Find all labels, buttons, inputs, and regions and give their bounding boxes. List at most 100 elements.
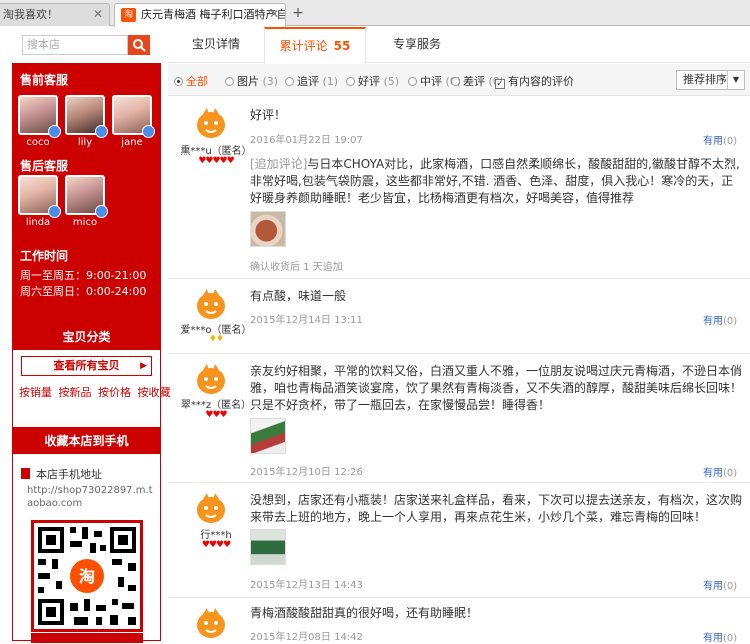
tab-service[interactable]: 专享服务 (366, 27, 468, 63)
browser-tab-strip: 淘我喜欢！ ✕ 淘 庆元青梅酒 梅子利口酒特产自酿 ✕ + (0, 0, 750, 27)
review-photo[interactable] (250, 418, 286, 454)
radio-icon (408, 77, 417, 86)
arrow-right-icon: ▶ (140, 361, 147, 371)
search-button[interactable] (128, 35, 150, 55)
tab-reviews[interactable]: 累计评论 55 (264, 27, 366, 64)
radio-icon (346, 77, 355, 86)
agent-lily[interactable]: lily (65, 95, 108, 148)
category-panel: 宝贝分类 查看所有宝贝 ▶ 按销量 按新品 按价格 按收藏 (12, 323, 171, 438)
filter-followup[interactable]: 追评 (1) (285, 73, 338, 89)
user-avatar-icon (197, 608, 225, 638)
agent-mico[interactable]: mico (65, 175, 108, 228)
taobao-favicon-icon: 淘 (121, 8, 136, 22)
radio-icon (285, 77, 294, 86)
wangwang-icon (95, 125, 108, 138)
customer-service-panel: 售前客服 coco lily jane 售后客服 linda mico 工作时间… (12, 63, 161, 336)
shop-search-input[interactable]: 搜本店 (22, 35, 128, 55)
tab-reviews-label: 累计评论 (279, 39, 328, 53)
followup-text: 与日本CHOYA对比，此家梅酒，口感自然柔顺绵长，酸酸甜甜的,徽酸甘醇不太烈,非… (250, 157, 740, 205)
followup-tag: [追加评论] (250, 157, 308, 171)
agent-linda[interactable]: linda (18, 175, 61, 228)
sort-by-favorites-link[interactable]: 按收藏 (138, 386, 171, 399)
useful-button[interactable]: 有用(0) (703, 132, 737, 147)
review-photo[interactable] (250, 211, 286, 247)
radio-icon (225, 77, 234, 86)
review-date: 2015年12月10日 12:26 (250, 467, 363, 478)
radio-icon (451, 77, 460, 86)
user-avatar-icon (197, 493, 225, 523)
useful-button[interactable]: 有用(0) (703, 577, 737, 592)
reviewer-name: 行***h (200, 530, 232, 541)
qr-brand-mark: 淘 (79, 567, 95, 586)
review-date: 2016年01月22日 19:07 (250, 135, 363, 146)
phone-icon (21, 468, 30, 479)
hours-weekend: 周六至周日：0:00-24:00 (20, 285, 147, 298)
filter-all[interactable]: 全部 (174, 73, 208, 89)
reviewer-level-badge: ♥♥♥♥♥ (198, 156, 234, 166)
mobile-url-link[interactable]: http://shop73022897.m.taobao.com (27, 484, 153, 510)
qr-footer-bar (31, 633, 143, 643)
qr-code-icon: 淘 (34, 523, 140, 629)
review-filter-bar: 全部 图片 (3) 追评 (1) 好评 (5) 中评 (0) 差评 (0) ✓有… (168, 64, 750, 96)
avatar (65, 175, 108, 218)
mobile-favorite-title: 收藏本店到手机 (13, 428, 160, 454)
review-date: 2015年12月13日 14:43 (250, 580, 363, 591)
followup-time: 确认收货后 1 天追加 (250, 262, 343, 273)
close-icon[interactable]: ✕ (269, 4, 279, 25)
filter-positive[interactable]: 好评 (5) (346, 73, 399, 89)
hours-weekday: 周一至周五：9:00-21:00 (20, 269, 147, 282)
mobile-address-label: 本店手机地址 (21, 466, 102, 482)
sort-by-sales-link[interactable]: 按销量 (19, 386, 52, 399)
wangwang-icon (48, 125, 61, 138)
filter-images[interactable]: 图片 (3) (225, 73, 278, 89)
reviewer-level-badge: ♦♦ (208, 334, 224, 344)
shop-sidebar: 搜本店 售前客服 coco lily jane 售后客服 linda mico (0, 27, 171, 643)
agent-jane[interactable]: jane (112, 95, 155, 148)
avatar (65, 95, 108, 138)
chevron-down-icon: ▼ (727, 71, 744, 89)
review-text: 好评！ (250, 108, 287, 122)
qr-code: 淘 (31, 520, 143, 632)
useful-button[interactable]: 有用(0) (703, 312, 737, 327)
category-title: 宝贝分类 (13, 324, 160, 350)
review-text: 亲友约好相聚，平常的饮料又俗，白酒又重人不雅，一位朋友说喝过庆元青梅酒，不逊日本… (250, 364, 743, 412)
user-avatar-icon (197, 364, 225, 394)
close-icon[interactable]: ✕ (93, 4, 103, 25)
filter-has-content[interactable]: ✓ 有内容的评价 (495, 73, 574, 89)
useful-button[interactable]: 有用(0) (703, 464, 737, 479)
reviewer-level-badge: ♥♥♥ (205, 410, 227, 420)
browser-tab-1[interactable]: 淘我喜欢！ ✕ (0, 3, 110, 26)
sort-links: 按销量 按新品 按价格 按收藏 (19, 384, 174, 400)
checkbox-icon: ✓ (495, 79, 505, 89)
review-text: 有点酸，味道一般 (250, 289, 347, 303)
search-icon (133, 39, 146, 52)
sort-dropdown[interactable]: 推荐排序 ▼ (676, 70, 745, 90)
useful-button[interactable]: 有用(0) (703, 629, 737, 644)
aftersale-title: 售后客服 (20, 159, 69, 173)
sort-by-price-link[interactable]: 按价格 (98, 386, 131, 399)
avatar (18, 95, 61, 138)
reviewer-name: 翠***z（匿名） (180, 400, 252, 411)
wangwang-icon (48, 205, 61, 218)
sort-by-new-link[interactable]: 按新品 (59, 386, 92, 399)
reviewer-level-badge: ♥♥♥♥ (201, 540, 231, 550)
avatar (112, 95, 155, 138)
browser-tab-2[interactable]: 淘 庆元青梅酒 梅子利口酒特产自酿 ✕ (114, 3, 286, 27)
review-photo[interactable] (250, 529, 286, 565)
view-all-items-button[interactable]: 查看所有宝贝 ▶ (21, 356, 152, 376)
review-item: 熏***u（匿名） ♥♥♥♥♥ 好评！ 2016年01月22日 19:07 有用… (168, 96, 750, 279)
review-item: 行***h ♥♥♥♥ 没想到，店家还有小瓶装！店家送来礼盒样品，看来，下次可以提… (168, 483, 750, 598)
review-followup: [追加评论]与日本CHOYA对比，此家梅酒，口感自然柔顺绵长，酸酸甜甜的,徽酸甘… (250, 156, 745, 207)
avatar (18, 175, 61, 218)
tab-details[interactable]: 宝贝详情 (168, 27, 264, 63)
review-text: 没想到，店家还有小瓶装！店家送来礼盒样品，看来，下次可以提去送亲友，有档次，这次… (250, 493, 743, 524)
review-date: 2015年12月14日 13:11 (250, 315, 363, 326)
review-text: 青梅酒酸酸甜甜真的很好喝，还有助睡眠！ (250, 606, 479, 620)
new-tab-button[interactable]: + (288, 4, 308, 24)
main-tabs: 宝贝详情 累计评论 55 专享服务 (168, 27, 750, 64)
hours-title: 工作时间 (20, 249, 69, 263)
wangwang-icon (142, 125, 155, 138)
browser-tab-2-label: 庆元青梅酒 梅子利口酒特产自酿 (141, 8, 286, 21)
wangwang-icon (95, 205, 108, 218)
agent-coco[interactable]: coco (18, 95, 61, 148)
